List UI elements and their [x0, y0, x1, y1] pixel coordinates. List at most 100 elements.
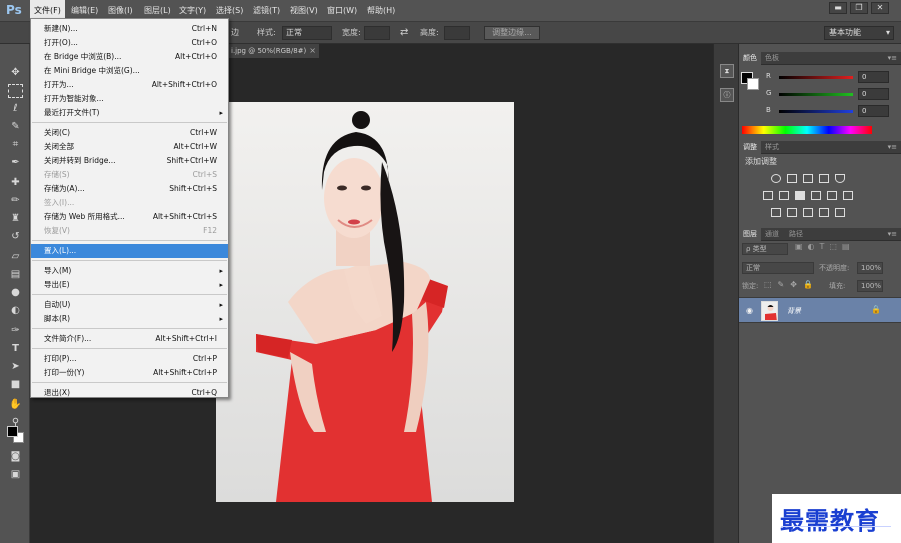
blue-value-input[interactable]: 0	[858, 105, 889, 117]
history-brush-icon[interactable]: ↺	[8, 230, 23, 244]
file-menu-item[interactable]: 存储为 Web 所用格式... Alt+Shift+Ctrl+S	[31, 210, 228, 224]
file-menu-item[interactable]: 新建(N)... Ctrl+N	[31, 22, 228, 36]
quick-select-icon[interactable]: ✎	[8, 120, 23, 134]
file-menu-item[interactable]: 关闭并转到 Bridge... Shift+Ctrl+W	[31, 154, 228, 168]
menu-view[interactable]: 视图(V)	[286, 0, 322, 22]
file-menu-item[interactable]: 关闭(C) Ctrl+W	[31, 126, 228, 140]
blur-icon[interactable]: ●	[8, 286, 23, 300]
screen-mode-icon[interactable]: ▣	[8, 468, 23, 482]
shape-icon[interactable]: ■	[8, 378, 23, 392]
menu-help[interactable]: 帮助(H)	[363, 0, 399, 22]
gradient-icon[interactable]: ▤	[8, 268, 23, 282]
file-menu-item[interactable]: 存储(S) Ctrl+S	[31, 168, 228, 182]
file-menu-item[interactable]: 打开(O)... Ctrl+O	[31, 36, 228, 50]
lasso-icon[interactable]: ℓ	[8, 102, 23, 116]
clone-stamp-icon[interactable]: ♜	[8, 212, 23, 226]
file-menu-item[interactable]: 退出(X) Ctrl+Q	[31, 386, 228, 400]
tab-paths[interactable]: 路径	[785, 228, 807, 241]
height-input[interactable]	[444, 26, 470, 40]
opacity-input[interactable]: 100%	[857, 262, 883, 274]
lock-option-icons[interactable]: ⬚✎✥🔒	[764, 280, 819, 289]
fill-input[interactable]: 100%	[857, 280, 883, 292]
width-input[interactable]	[364, 26, 390, 40]
style-dropdown[interactable]: 正常	[282, 26, 332, 40]
healing-brush-icon[interactable]: ✚	[8, 176, 23, 190]
exposure-adjust-icon[interactable]	[819, 174, 829, 183]
adjustments-panel-menu-icon[interactable]: ▾≡	[888, 141, 897, 154]
type-icon[interactable]: T	[8, 342, 23, 356]
file-menu-item[interactable]: 在 Mini Bridge 中浏览(G)...	[31, 64, 228, 78]
file-menu-item[interactable]: 自动(U) ▸	[31, 298, 228, 312]
dodge-icon[interactable]: ◐	[8, 304, 23, 318]
gradient-map-adjust-icon[interactable]	[819, 208, 829, 217]
history-panel-icon[interactable]: ⧗	[720, 64, 734, 78]
color-panel-menu-icon[interactable]: ▾≡	[888, 52, 897, 65]
eraser-icon[interactable]: ▱	[8, 250, 23, 264]
minimize-button[interactable]: ▬	[829, 2, 847, 14]
swap-dimensions-icon[interactable]: ⇄	[400, 22, 408, 44]
tab-adjustments[interactable]: 调整	[739, 141, 761, 154]
refine-edge-button[interactable]: 调整边缘...	[484, 26, 540, 40]
file-menu-item[interactable]: 恢复(V) F12	[31, 224, 228, 238]
close-window-button[interactable]: ✕	[871, 2, 889, 14]
file-menu-item[interactable]: 打开为智能对象...	[31, 92, 228, 106]
crop-icon[interactable]: ⌗	[8, 138, 23, 152]
hue-saturation-adjust-icon[interactable]	[763, 191, 773, 200]
quick-mask-icon[interactable]: ◙	[8, 450, 23, 464]
file-menu-item[interactable]: 打开为... Alt+Shift+Ctrl+O	[31, 78, 228, 92]
file-menu-item[interactable]: 在 Bridge 中浏览(B)... Alt+Ctrl+O	[31, 50, 228, 64]
brush-icon[interactable]: ✏	[8, 194, 23, 208]
document-tab[interactable]: i.jpg @ 50%(RGB/8#) ×	[229, 44, 319, 58]
levels-adjust-icon[interactable]	[787, 174, 797, 183]
red-value-input[interactable]: 0	[858, 71, 889, 83]
tab-color[interactable]: 颜色	[739, 52, 761, 65]
tab-swatches[interactable]: 色板	[761, 52, 783, 65]
eye-icon[interactable]: ◉	[746, 306, 753, 315]
file-menu-item[interactable]: 打印(P)... Ctrl+P	[31, 352, 228, 366]
menu-window[interactable]: 窗口(W)	[323, 0, 361, 22]
file-menu-item[interactable]: 置入(L)...	[31, 244, 228, 258]
brightness-adjust-icon[interactable]	[771, 174, 781, 183]
blend-mode-dropdown[interactable]: 正常	[742, 262, 814, 274]
layer-row-background[interactable]: ◉ 背景 🔒	[739, 297, 901, 323]
file-menu-item[interactable]: 脚本(R) ▸	[31, 312, 228, 326]
selective-color-adjust-icon[interactable]	[835, 208, 845, 217]
vibrance-adjust-icon[interactable]	[835, 174, 845, 183]
tab-channels[interactable]: 通道	[761, 228, 783, 241]
marquee-icon[interactable]	[8, 84, 23, 98]
blue-slider[interactable]	[779, 110, 853, 113]
green-slider[interactable]	[779, 93, 853, 96]
red-slider[interactable]	[779, 76, 853, 79]
file-menu-item[interactable]: 最近打开文件(T) ▸	[31, 106, 228, 120]
invert-adjust-icon[interactable]	[771, 208, 781, 217]
file-menu-item[interactable]: 签入(I)...	[31, 196, 228, 210]
file-menu-item[interactable]: 存储为(A)... Shift+Ctrl+S	[31, 182, 228, 196]
channel-mixer-adjust-icon[interactable]	[827, 191, 837, 200]
restore-button[interactable]: ❐	[850, 2, 868, 14]
file-menu-item[interactable]: 导出(E) ▸	[31, 278, 228, 292]
workspace-dropdown[interactable]: 基本功能 ▾	[824, 26, 894, 40]
tab-layers[interactable]: 图层	[739, 228, 761, 241]
document-canvas[interactable]	[216, 102, 514, 502]
black-white-adjust-icon[interactable]	[795, 191, 805, 200]
pen-icon[interactable]: ✑	[8, 324, 23, 338]
color-spectrum-bar[interactable]	[742, 126, 872, 134]
hand-icon[interactable]: ✋	[8, 398, 23, 412]
color-balance-adjust-icon[interactable]	[779, 191, 789, 200]
color-background-swatch[interactable]	[747, 78, 759, 90]
photo-filter-adjust-icon[interactable]	[811, 191, 821, 200]
file-menu-item[interactable]: 打印一份(Y) Alt+Shift+Ctrl+P	[31, 366, 228, 380]
file-menu-item[interactable]: 关闭全部 Alt+Ctrl+W	[31, 140, 228, 154]
path-select-icon[interactable]: ➤	[8, 360, 23, 374]
menu-filter[interactable]: 滤镜(T)	[249, 0, 284, 22]
layers-panel-menu-icon[interactable]: ▾≡	[888, 228, 897, 241]
file-menu-item[interactable]: 文件简介(F)... Alt+Shift+Ctrl+I	[31, 332, 228, 346]
foreground-color-swatch[interactable]	[7, 426, 18, 437]
tab-styles[interactable]: 样式	[761, 141, 783, 154]
move-icon[interactable]: ✥	[8, 66, 23, 80]
curves-adjust-icon[interactable]	[803, 174, 813, 183]
threshold-adjust-icon[interactable]	[803, 208, 813, 217]
properties-panel-icon[interactable]: ⓘ	[720, 88, 734, 102]
close-document-icon[interactable]: ×	[309, 44, 316, 58]
file-menu-item[interactable]: 导入(M) ▸	[31, 264, 228, 278]
